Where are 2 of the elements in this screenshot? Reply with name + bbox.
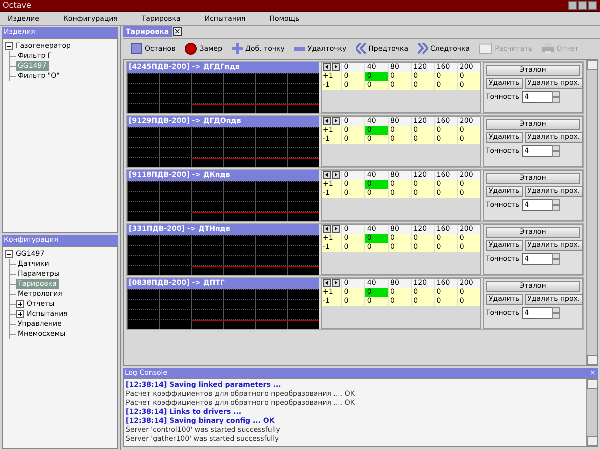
close-button[interactable]: × (173, 27, 182, 36)
window-title: Octave (3, 1, 32, 10)
